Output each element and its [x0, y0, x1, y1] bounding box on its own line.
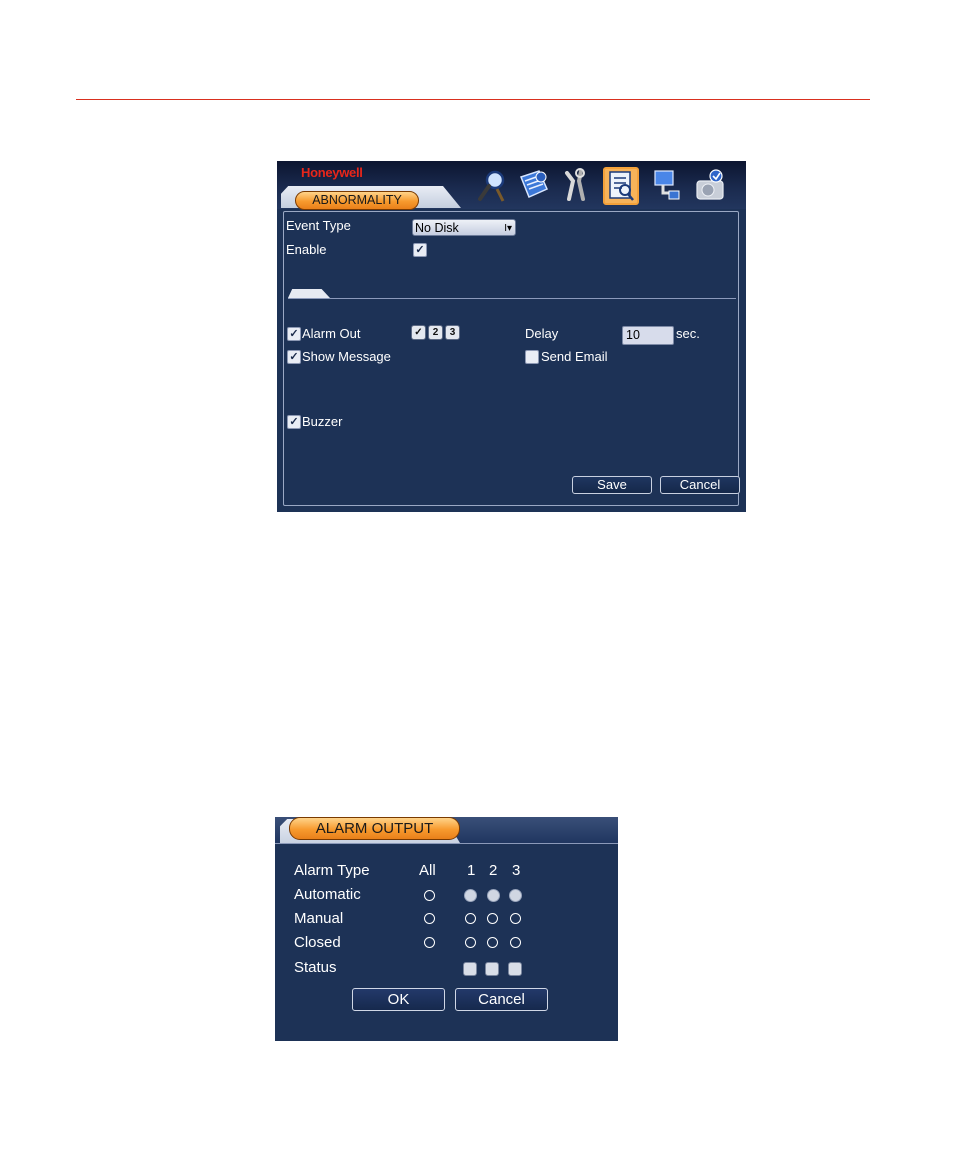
channel-1-header: 1: [467, 862, 476, 879]
alarm-channel-3[interactable]: 3: [445, 325, 460, 340]
alarm-out-label: Alarm Out: [302, 326, 361, 341]
chevron-down-icon: I▾: [504, 223, 512, 234]
alarm-output-window: ALARM OUTPUT Alarm Type All 1 2 3 Automa…: [275, 817, 618, 1041]
buzzer-label: Buzzer: [302, 414, 343, 429]
page-header-rule: [76, 99, 870, 100]
closed-channel-1-radio[interactable]: [465, 937, 476, 948]
abnormality-window: Honeywell ABNORMALITY Event Type No Disk…: [277, 161, 746, 512]
manual-channel-1-radio[interactable]: [465, 913, 476, 924]
send-email-label: Send Email: [541, 349, 608, 364]
alarm-channel-1[interactable]: ✓: [411, 325, 426, 340]
tab-abnormality[interactable]: ABNORMALITY: [295, 191, 419, 210]
divider: [288, 298, 736, 299]
channel-2-header: 2: [489, 862, 498, 879]
automatic-all-radio[interactable]: [424, 890, 435, 901]
status-label: Status: [294, 959, 337, 976]
brand-logo: Honeywell: [301, 165, 363, 180]
delay-input[interactable]: 10: [622, 326, 674, 345]
alarm-channel-2[interactable]: 2: [428, 325, 443, 340]
alarm-out-checkbox[interactable]: ✓: [287, 327, 301, 341]
status-indicator-1: [463, 962, 477, 976]
status-indicator-3: [508, 962, 522, 976]
delay-label: Delay: [525, 326, 559, 341]
network-icon[interactable]: [649, 167, 683, 203]
status-indicator-2: [485, 962, 499, 976]
show-message-checkbox[interactable]: ✓: [287, 350, 301, 364]
alarm-channel-1-selected: ✓: [414, 327, 423, 338]
tab-alarm-output[interactable]: ALARM OUTPUT: [289, 817, 460, 840]
show-message-label: Show Message: [302, 349, 391, 364]
enable-checkbox[interactable]: ✓: [413, 243, 427, 257]
closed-channel-2-radio[interactable]: [487, 937, 498, 948]
search-icon[interactable]: [475, 167, 509, 203]
alarm-type-header: Alarm Type: [294, 862, 370, 879]
buzzer-checkbox[interactable]: ✓: [287, 415, 301, 429]
channel-3-header: 3: [512, 862, 521, 879]
all-header: All: [419, 862, 436, 879]
hdd-icon[interactable]: [693, 167, 727, 203]
row-closed-label: Closed: [294, 934, 341, 951]
delay-unit: sec.: [676, 326, 700, 341]
automatic-channel-1-radio[interactable]: [464, 889, 477, 902]
closed-all-radio[interactable]: [424, 937, 435, 948]
enable-label: Enable: [286, 242, 327, 257]
event-config-icon[interactable]: [604, 168, 638, 204]
row-manual-label: Manual: [294, 910, 344, 927]
row-automatic-label: Automatic: [294, 886, 361, 903]
automatic-channel-3-radio[interactable]: [509, 889, 522, 902]
closed-channel-3-radio[interactable]: [510, 937, 521, 948]
cancel-button[interactable]: Cancel: [660, 476, 740, 494]
tools-icon[interactable]: [559, 167, 593, 203]
save-button[interactable]: Save: [572, 476, 652, 494]
event-type-value: No Disk: [415, 221, 459, 235]
info-book-icon[interactable]: [517, 167, 551, 203]
cancel-button[interactable]: Cancel: [455, 988, 548, 1011]
send-email-checkbox[interactable]: [525, 350, 539, 364]
ok-button[interactable]: OK: [352, 988, 445, 1011]
event-type-select[interactable]: No Disk I▾: [412, 219, 516, 236]
manual-channel-3-radio[interactable]: [510, 913, 521, 924]
event-type-label: Event Type: [286, 218, 351, 233]
manual-channel-2-radio[interactable]: [487, 913, 498, 924]
automatic-channel-2-radio[interactable]: [487, 889, 500, 902]
manual-all-radio[interactable]: [424, 913, 435, 924]
